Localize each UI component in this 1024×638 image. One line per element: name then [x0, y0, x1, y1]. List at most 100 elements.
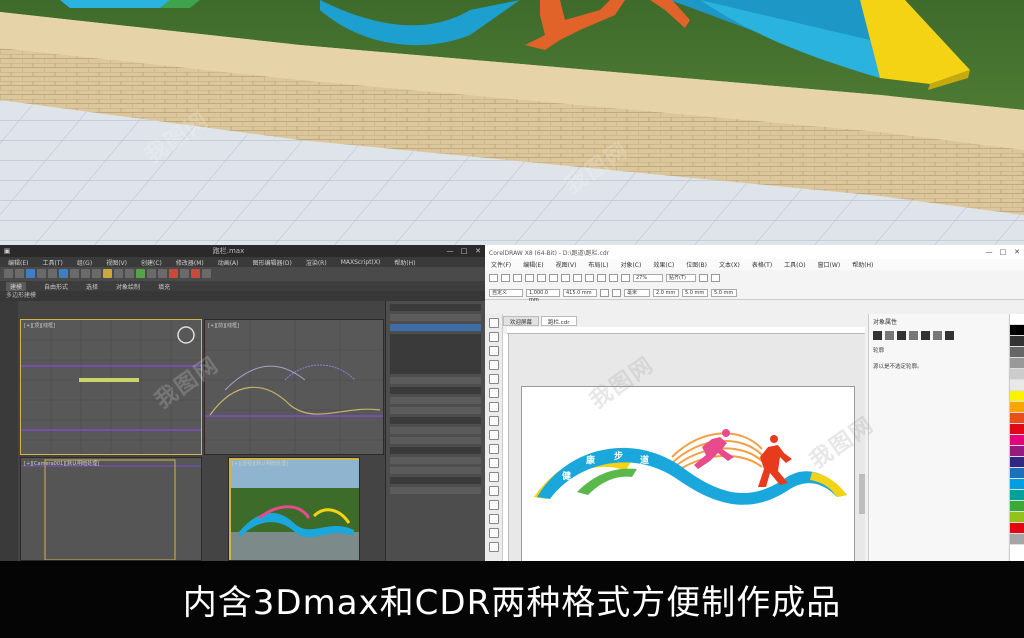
menu-graph-editors[interactable]: 图形编辑器(D): [253, 258, 292, 267]
viewport-camera[interactable]: [+][Camera001][默认明暗处理]: [20, 457, 202, 561]
maximize-icon[interactable]: □: [457, 247, 471, 255]
swatch[interactable]: [1010, 435, 1024, 446]
redo-icon[interactable]: [15, 269, 24, 278]
menu-tools[interactable]: 工具(O): [784, 260, 805, 269]
menu-help[interactable]: 帮助(H): [852, 260, 873, 269]
align-icon[interactable]: [147, 269, 156, 278]
percent-snap-icon[interactable]: [125, 269, 134, 278]
swatch[interactable]: [1010, 413, 1024, 424]
new-doc-icon[interactable]: [489, 273, 498, 282]
connector-tool-icon[interactable]: [489, 472, 499, 482]
swatch[interactable]: [1010, 457, 1024, 468]
panel-row[interactable]: [390, 377, 481, 384]
menu-rendering[interactable]: 渲染(R): [306, 258, 327, 267]
paragraph-icon[interactable]: [921, 331, 930, 340]
panel-tabs[interactable]: [390, 304, 481, 311]
max-app-icon[interactable]: ▣: [0, 247, 14, 255]
units-dropdown[interactable]: 毫米: [624, 288, 650, 297]
swatch[interactable]: [1010, 501, 1024, 512]
menu-maxscript[interactable]: MAXScript(X): [341, 259, 381, 266]
panel-modifier-list[interactable]: [390, 324, 481, 331]
rotate-icon[interactable]: [81, 269, 90, 278]
swatch[interactable]: [1010, 512, 1024, 523]
swatch[interactable]: [1010, 325, 1024, 336]
close-icon[interactable]: ✕: [471, 247, 485, 255]
material-editor-icon[interactable]: [169, 269, 178, 278]
duplicate-y-field[interactable]: 5.0 mm: [711, 288, 737, 297]
duplicate-x-field[interactable]: 5.0 mm: [682, 288, 708, 297]
menu-create[interactable]: 创建(C): [141, 258, 162, 267]
maximize-icon[interactable]: □: [996, 248, 1010, 256]
swatch[interactable]: [1010, 402, 1024, 413]
render-setup-icon[interactable]: [180, 269, 189, 278]
mirror-icon[interactable]: [136, 269, 145, 278]
ribbon-tab-selection[interactable]: 选择: [86, 282, 98, 291]
page-height-field[interactable]: 415.0 mm: [563, 288, 597, 297]
print-icon[interactable]: [525, 273, 534, 282]
parallel-dimension-icon[interactable]: [489, 458, 499, 468]
ribbon-tab-object-paint[interactable]: 对象绘制: [116, 282, 140, 291]
ribbon-tab-modeling[interactable]: 建模: [6, 281, 27, 291]
artwork-health-trail[interactable]: 健 康 步 道: [522, 387, 856, 561]
vertical-scrollbar[interactable]: [859, 474, 865, 514]
panel-row[interactable]: [390, 387, 481, 394]
panel-row[interactable]: [390, 417, 481, 424]
transparency-icon[interactable]: [897, 331, 906, 340]
eyedropper-icon[interactable]: [489, 514, 499, 524]
pick-tool-icon[interactable]: [489, 318, 499, 328]
page-width-field[interactable]: 1,000.0 mm: [526, 288, 560, 303]
publish-pdf-icon[interactable]: [621, 273, 630, 282]
layer-icon[interactable]: [158, 269, 167, 278]
shape-tool-icon[interactable]: [489, 332, 499, 342]
minimize-icon[interactable]: —: [443, 247, 457, 255]
panel-row[interactable]: [390, 477, 481, 484]
swatch[interactable]: [1010, 336, 1024, 347]
swatch[interactable]: [1010, 479, 1024, 490]
undo-icon[interactable]: [573, 273, 582, 282]
menu-layout[interactable]: 布局(L): [588, 260, 608, 269]
menu-edit[interactable]: 编辑(E): [8, 258, 28, 267]
export-icon[interactable]: [609, 273, 618, 282]
swatch[interactable]: [1010, 424, 1024, 435]
select-icon[interactable]: [48, 269, 57, 278]
fill-icon[interactable]: [885, 331, 894, 340]
ellipse-tool-icon[interactable]: [489, 416, 499, 426]
copy-icon[interactable]: [549, 273, 558, 282]
options-icon[interactable]: [699, 273, 708, 282]
menu-window[interactable]: 窗口(W): [818, 260, 841, 269]
swatch[interactable]: [1010, 534, 1024, 545]
drop-shadow-icon[interactable]: [489, 486, 499, 496]
snap-to-dropdown[interactable]: 贴齐(T): [666, 273, 696, 282]
menu-tools[interactable]: 工具(T): [42, 258, 62, 267]
swatch[interactable]: [1010, 446, 1024, 457]
horizontal-ruler[interactable]: [507, 327, 865, 334]
undo-icon[interactable]: [4, 269, 13, 278]
panel-row[interactable]: [390, 437, 481, 444]
ribbon-tab-populate[interactable]: 填充: [158, 282, 170, 291]
landscape-icon[interactable]: [612, 288, 621, 297]
swatch[interactable]: [1010, 490, 1024, 501]
menu-help[interactable]: 帮助(H): [394, 258, 415, 267]
freehand-tool-icon[interactable]: [489, 374, 499, 384]
cut-icon[interactable]: [537, 273, 546, 282]
viewport-top[interactable]: [+][顶][线框]: [20, 319, 202, 455]
summary-icon[interactable]: [945, 331, 954, 340]
menu-object[interactable]: 对象(C): [620, 260, 641, 269]
import-icon[interactable]: [597, 273, 606, 282]
minimize-icon[interactable]: —: [982, 248, 996, 256]
max-scene-explorer[interactable]: [0, 301, 18, 561]
menu-view[interactable]: 视图(V): [556, 260, 577, 269]
zoom-tool-icon[interactable]: [489, 360, 499, 370]
viewport-front[interactable]: [+][前][线框]: [204, 319, 384, 455]
panel-row[interactable]: [390, 487, 481, 494]
panel-row[interactable]: [390, 457, 481, 464]
panel-row[interactable]: [390, 467, 481, 474]
redo-icon[interactable]: [585, 273, 594, 282]
transparency-icon[interactable]: [489, 500, 499, 510]
move-icon[interactable]: [70, 269, 79, 278]
menu-modifiers[interactable]: 修改器(M): [176, 258, 204, 267]
text-tool-icon[interactable]: [489, 444, 499, 454]
menu-bitmaps[interactable]: 位图(B): [686, 260, 707, 269]
swatch[interactable]: [1010, 468, 1024, 479]
panel-row[interactable]: [390, 397, 481, 404]
